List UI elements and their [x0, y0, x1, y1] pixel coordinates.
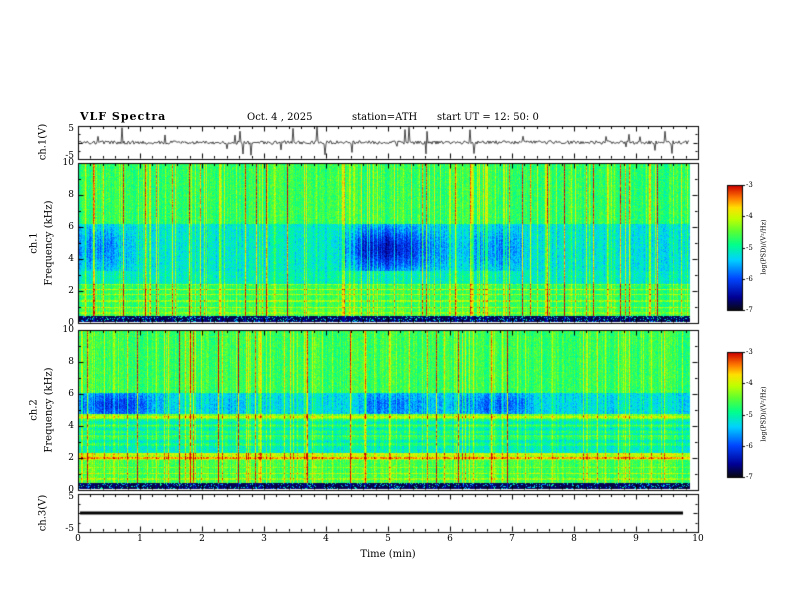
colorbar-tick-label: -7 — [746, 473, 753, 481]
freq-tick-label: 2 — [68, 453, 74, 463]
spectrogram-plot-canvas — [0, 0, 792, 612]
colorbar-tick-label: -5 — [746, 243, 753, 252]
vlf-spectra-figure: VLF Spectra Oct. 4 , 2025 station=ATH st… — [0, 0, 792, 612]
freq-tick-label: 6 — [68, 389, 74, 399]
time-tick-label: 6 — [447, 534, 453, 544]
ch1-frequency-axis-label: Frequency (kHz) — [43, 200, 55, 286]
ch1-channel-label: ch.1 — [28, 232, 40, 254]
ch2-channel-label: ch.2 — [28, 399, 40, 421]
time-tick-label: 8 — [571, 534, 577, 544]
time-tick-label: 1 — [137, 534, 143, 544]
colorbar-tick-label: -6 — [746, 274, 753, 283]
colorbar-tick-label: -4 — [746, 212, 753, 221]
colorbar-tick-label: -5 — [746, 410, 753, 419]
colorbar-tick-label: -6 — [746, 441, 753, 450]
time-tick-label: 10 — [692, 534, 704, 544]
colorbar-tick-label: -3 — [746, 348, 753, 356]
volt-tick-label: -5 — [65, 151, 74, 161]
volt-tick-label: -5 — [65, 524, 74, 534]
station-label: station=ATH — [352, 112, 418, 123]
time-tick-label: 0 — [75, 534, 81, 544]
colorbar2-unit-label: log(PSD)/(V²/Hz) — [759, 386, 768, 442]
volt-tick-label: 5 — [68, 492, 74, 502]
ch3-voltage-axis-label: ch.3(V) — [37, 494, 49, 532]
time-tick-label: 3 — [261, 534, 267, 544]
freq-tick-label: 2 — [68, 286, 74, 296]
time-tick-label: 7 — [509, 534, 515, 544]
freq-tick-label: 4 — [68, 421, 74, 431]
freq-tick-label: 6 — [68, 222, 74, 232]
freq-tick-label: 4 — [68, 254, 74, 264]
time-tick-label: 5 — [385, 534, 391, 544]
freq-tick-label: 8 — [68, 190, 74, 200]
colorbar-tick-label: -4 — [746, 379, 753, 388]
plot-title: VLF Spectra — [80, 110, 167, 123]
colorbar1-unit-label: log(PSD)/(V²/Hz) — [759, 219, 768, 275]
colorbar-tick-label: -3 — [746, 181, 753, 189]
start-ut-label: start UT = 12: 50: 0 — [437, 112, 539, 123]
freq-tick-label: 8 — [68, 357, 74, 367]
freq-tick-label: 10 — [62, 325, 74, 335]
ch2-frequency-axis-label: Frequency (kHz) — [43, 367, 55, 453]
time-axis-label: Time (min) — [360, 549, 416, 560]
time-tick-label: 9 — [633, 534, 639, 544]
time-tick-label: 2 — [199, 534, 205, 544]
ch1-voltage-axis-label: ch.1(V) — [37, 123, 49, 161]
volt-tick-label: 5 — [68, 124, 74, 134]
time-tick-label: 4 — [323, 534, 329, 544]
plot-date: Oct. 4 , 2025 — [247, 112, 313, 123]
colorbar-tick-label: -7 — [746, 306, 753, 314]
